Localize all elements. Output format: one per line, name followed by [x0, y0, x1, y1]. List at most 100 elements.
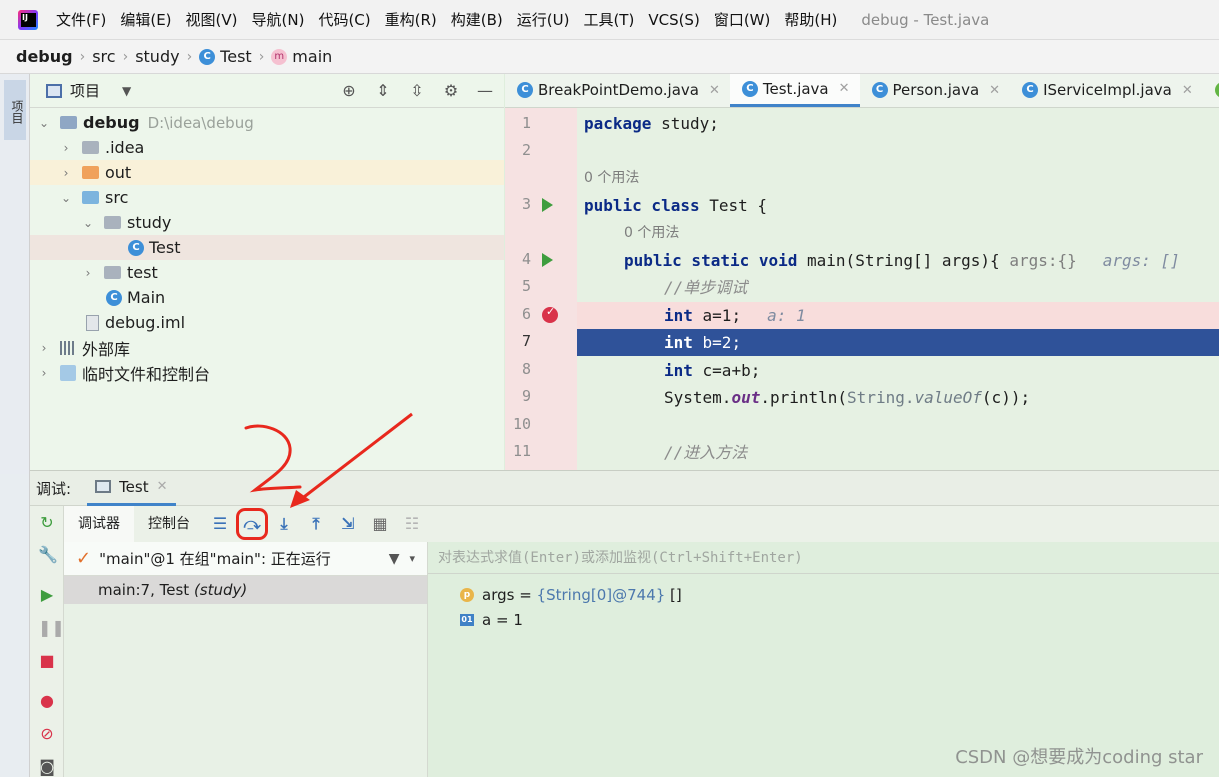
- tree-item-idea[interactable]: › .idea: [30, 135, 504, 160]
- stack-frame[interactable]: main:7, Test (study): [64, 576, 427, 604]
- menu-vcs[interactable]: VCS(S): [648, 11, 699, 29]
- show-execution-point-icon[interactable]: ☰: [211, 515, 229, 533]
- editor-gutter[interactable]: 1 2 3 4 5 6 7 8 9 10 11: [505, 108, 577, 470]
- tab-debugger[interactable]: 调试器: [64, 506, 134, 542]
- rerun-icon[interactable]: ↻: [38, 514, 56, 532]
- breadcrumb-study[interactable]: study: [135, 47, 179, 66]
- tree-item-test-package[interactable]: › test: [30, 260, 504, 285]
- tool-window-strip: 项目: [0, 74, 30, 474]
- code-editor[interactable]: package study; 0 个用法 public class Test {…: [577, 108, 1219, 470]
- tree-item-label: .idea: [105, 138, 145, 157]
- menu-edit[interactable]: 编辑(E): [120, 9, 171, 30]
- menu-tools[interactable]: 工具(T): [583, 9, 634, 30]
- step-into-icon[interactable]: ⤓: [275, 515, 293, 533]
- pause-icon[interactable]: ❚❚: [38, 619, 65, 637]
- view-breakpoints-icon[interactable]: ●: [38, 692, 56, 710]
- menu-run[interactable]: 运行(U): [517, 9, 570, 30]
- code-text: (c));: [981, 388, 1031, 407]
- stop-icon[interactable]: ■: [38, 652, 56, 670]
- chevron-right-icon[interactable]: ›: [38, 341, 50, 355]
- breadcrumb-method[interactable]: m main: [271, 47, 332, 66]
- expand-all-icon[interactable]: ⇕: [374, 82, 392, 100]
- tab-breakpointdemo[interactable]: C BreakPointDemo.java ✕: [505, 74, 730, 107]
- debug-label: 调试:: [36, 479, 72, 498]
- variable-value: 1: [513, 610, 523, 629]
- breakpoint-icon[interactable]: [542, 305, 558, 323]
- tab-is[interactable]: I IS: [1203, 74, 1219, 107]
- menu-code[interactable]: 代码(C): [318, 9, 370, 30]
- tree-item-test-class[interactable]: C Test: [30, 235, 504, 260]
- menu-view[interactable]: 视图(V): [186, 9, 238, 30]
- wrench-icon[interactable]: 🔧: [38, 546, 58, 564]
- filter-icon[interactable]: ▼: [389, 551, 400, 567]
- step-out-icon[interactable]: ⤒: [307, 515, 325, 533]
- chevron-down-icon[interactable]: ⌄: [38, 116, 50, 130]
- chevron-down-icon[interactable]: ▾: [409, 552, 415, 565]
- chevron-right-icon[interactable]: ›: [38, 366, 50, 380]
- locate-file-icon[interactable]: ⊕: [340, 82, 358, 100]
- chevron-down-icon[interactable]: ⌄: [60, 191, 72, 205]
- menu-refactor[interactable]: 重构(R): [385, 9, 437, 30]
- inline-value: args:{}: [1009, 251, 1077, 270]
- class-icon: C: [871, 82, 888, 98]
- chevron-right-icon[interactable]: ›: [82, 266, 94, 280]
- run-icon[interactable]: [542, 253, 553, 267]
- tab-console[interactable]: 控制台: [134, 506, 204, 542]
- tab-iserviceimpl[interactable]: C IServiceImpl.java ✕: [1010, 74, 1203, 107]
- tree-item-main[interactable]: C Main: [30, 285, 504, 310]
- tab-test[interactable]: C Test.java ✕: [729, 74, 860, 107]
- evaluate-input[interactable]: 对表达式求值(Enter)或添加监视(Ctrl+Shift+Enter): [428, 542, 1219, 574]
- code-line: public class Test {: [577, 192, 1219, 219]
- breadcrumb-class[interactable]: C Test: [199, 47, 252, 66]
- primitive-icon: 01: [460, 613, 474, 626]
- mute-breakpoints-icon[interactable]: ⊘: [38, 725, 56, 743]
- breadcrumb-src[interactable]: src: [92, 47, 115, 66]
- trace-stream-icon[interactable]: ☷: [403, 515, 421, 533]
- gear-icon[interactable]: ⚙: [442, 82, 460, 100]
- breadcrumb-project[interactable]: debug: [16, 47, 73, 66]
- evaluate-expression-icon[interactable]: ▦: [371, 515, 389, 533]
- menu-file[interactable]: 文件(F): [56, 9, 106, 30]
- menu-build[interactable]: 构建(B): [451, 9, 503, 30]
- chevron-down-icon[interactable]: ⌄: [82, 216, 94, 230]
- code-text: b=2;: [692, 333, 742, 352]
- chevron-right-icon[interactable]: ›: [60, 166, 72, 180]
- tree-item-external-libs[interactable]: › 外部库: [30, 335, 504, 360]
- menu-navigate[interactable]: 导航(N): [252, 9, 305, 30]
- code-text: .println(: [760, 388, 848, 407]
- breadcrumb-separator: ›: [122, 48, 129, 65]
- variable-row[interactable]: p args = {String[0]@744} []: [428, 582, 1219, 607]
- variable-row[interactable]: 01 a = 1: [428, 607, 1219, 632]
- tree-item-debug-iml[interactable]: debug.iml: [30, 310, 504, 335]
- debug-toolbar: 调试器 控制台 ☰ ⤼ ⤓ ⤒ ⇲ ▦ ☷: [64, 506, 1219, 542]
- tree-item-debug[interactable]: ⌄ debug D:\idea\debug: [30, 110, 504, 135]
- hide-icon[interactable]: —: [476, 82, 494, 100]
- close-icon[interactable]: ✕: [839, 81, 850, 96]
- thread-selector[interactable]: ✓ "main"@1 在组"main": 正在运行 ▼ ▾: [64, 542, 427, 576]
- run-to-cursor-icon[interactable]: ⇲: [339, 515, 357, 533]
- tree-item-out[interactable]: › out: [30, 160, 504, 185]
- variable-name: args: [482, 585, 515, 604]
- collapse-all-icon[interactable]: ⇳: [408, 82, 426, 100]
- view-dropdown-icon[interactable]: ▼: [122, 84, 131, 98]
- step-over-icon[interactable]: ⤼: [236, 508, 268, 540]
- breadcrumb-method-label: main: [292, 47, 333, 66]
- code-text: study;: [651, 114, 719, 133]
- tree-item-study[interactable]: ⌄ study: [30, 210, 504, 235]
- run-icon[interactable]: [542, 198, 553, 212]
- menu-help[interactable]: 帮助(H): [784, 9, 837, 30]
- camera-icon[interactable]: ◙: [38, 758, 56, 776]
- close-icon[interactable]: ✕: [1182, 83, 1193, 98]
- chevron-right-icon[interactable]: ›: [60, 141, 72, 155]
- package-icon: [104, 266, 121, 279]
- tree-item-src[interactable]: ⌄ src: [30, 185, 504, 210]
- close-icon[interactable]: ✕: [989, 83, 1000, 98]
- menu-window[interactable]: 窗口(W): [714, 9, 771, 30]
- tree-item-scratches[interactable]: › 临时文件和控制台: [30, 360, 504, 385]
- resume-icon[interactable]: ▶: [38, 586, 56, 604]
- project-tool-tab[interactable]: 项目: [4, 80, 26, 140]
- close-icon[interactable]: ✕: [157, 479, 168, 494]
- debug-session-tab[interactable]: Test ✕: [87, 470, 176, 506]
- close-icon[interactable]: ✕: [709, 83, 720, 98]
- tab-person[interactable]: C Person.java ✕: [860, 74, 1011, 107]
